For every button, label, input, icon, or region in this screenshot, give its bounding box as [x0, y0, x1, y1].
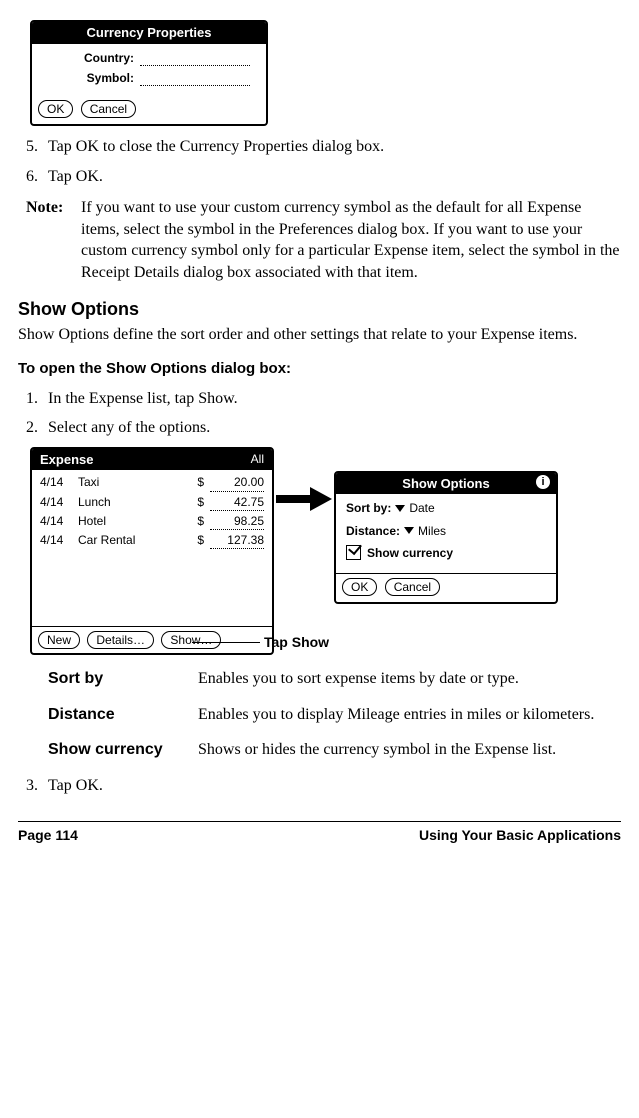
expense-row[interactable]: 4/14 Taxi $ 20.00: [40, 474, 264, 491]
definition-row: Distance Enables you to display Mileage …: [48, 704, 621, 726]
note-label: Note:: [26, 197, 81, 283]
new-button[interactable]: New: [38, 631, 80, 649]
step-number: 3.: [26, 775, 48, 797]
symbol-label: Symbol:: [42, 70, 134, 86]
step-text: Select any of the options.: [48, 417, 210, 439]
category-filter[interactable]: All: [233, 451, 264, 467]
step-text: In the Expense list, tap Show.: [48, 388, 238, 410]
country-field[interactable]: [140, 53, 250, 66]
step-number: 2.: [26, 417, 48, 439]
details-button[interactable]: Details…: [87, 631, 154, 649]
sort-by-desc: Enables you to sort expense items by dat…: [198, 668, 621, 690]
ok-button[interactable]: OK: [342, 578, 377, 596]
step-5: 5. Tap OK to close the Currency Properti…: [26, 136, 621, 158]
step-text: Tap OK.: [48, 166, 103, 188]
show-options-title: Show Options: [402, 476, 489, 491]
cancel-button[interactable]: Cancel: [385, 578, 440, 596]
note: Note: If you want to use your custom cur…: [26, 197, 621, 283]
step-2: 2. Select any of the options.: [26, 417, 621, 439]
tap-show-callout: Tap Show: [264, 633, 329, 652]
section-title: Using Your Basic Applications: [419, 826, 621, 845]
step-text: Tap OK.: [48, 775, 103, 797]
step-3: 3. Tap OK.: [26, 775, 621, 797]
expense-title: Expense: [40, 451, 93, 469]
distance-term: Distance: [48, 704, 198, 726]
symbol-field[interactable]: [140, 73, 250, 86]
distance-value[interactable]: Miles: [418, 523, 446, 539]
sort-by-value[interactable]: Date: [409, 500, 434, 516]
country-label: Country:: [42, 50, 134, 66]
step-6: 6. Tap OK.: [26, 166, 621, 188]
show-currency-term: Show currency: [48, 739, 198, 761]
show-currency-desc: Shows or hides the currency symbol in th…: [198, 739, 621, 761]
note-text: If you want to use your custom currency …: [81, 197, 621, 283]
show-options-dialog: Show Options i Sort by: Date Distance: M…: [334, 471, 558, 604]
show-options-heading: Show Options: [18, 297, 621, 321]
distance-desc: Enables you to display Mileage entries i…: [198, 704, 621, 726]
sort-by-term: Sort by: [48, 668, 198, 690]
definition-row: Sort by Enables you to sort expense item…: [48, 668, 621, 690]
cancel-button[interactable]: Cancel: [81, 100, 136, 118]
step-1: 1. In the Expense list, tap Show.: [26, 388, 621, 410]
page-number: Page 114: [18, 826, 78, 845]
step-number: 6.: [26, 166, 48, 188]
sort-by-label: Sort by:: [346, 500, 391, 516]
arrow-right-icon: [274, 485, 334, 513]
step-number: 1.: [26, 388, 48, 410]
info-icon[interactable]: i: [536, 475, 550, 489]
ok-button[interactable]: OK: [38, 100, 73, 118]
currency-properties-dialog: Currency Properties Country: Symbol: OK …: [30, 20, 268, 126]
show-currency-label: Show currency: [367, 545, 453, 561]
step-text: Tap OK to close the Currency Properties …: [48, 136, 384, 158]
chevron-down-icon[interactable]: [395, 505, 405, 512]
currency-properties-titlebar: Currency Properties: [32, 22, 266, 44]
expense-row[interactable]: 4/14 Lunch $ 42.75: [40, 494, 264, 511]
show-options-intro: Show Options define the sort order and o…: [18, 324, 621, 346]
step-number: 5.: [26, 136, 48, 158]
filter-label: All: [251, 451, 264, 467]
definition-row: Show currency Shows or hides the currenc…: [48, 739, 621, 761]
chevron-down-icon[interactable]: [404, 527, 414, 534]
show-currency-checkbox[interactable]: [346, 545, 361, 560]
leader-line: [192, 642, 260, 643]
expense-row[interactable]: 4/14 Car Rental $ 127.38: [40, 532, 264, 549]
expense-list-dialog: Expense All 4/14 Taxi $ 20.00 4/14 Lunch…: [30, 447, 274, 656]
show-options-subhead: To open the Show Options dialog box:: [18, 359, 621, 379]
distance-label: Distance:: [346, 523, 400, 539]
chevron-down-icon: [233, 456, 243, 463]
expense-row[interactable]: 4/14 Hotel $ 98.25: [40, 513, 264, 530]
show-button[interactable]: Show…: [161, 631, 221, 649]
